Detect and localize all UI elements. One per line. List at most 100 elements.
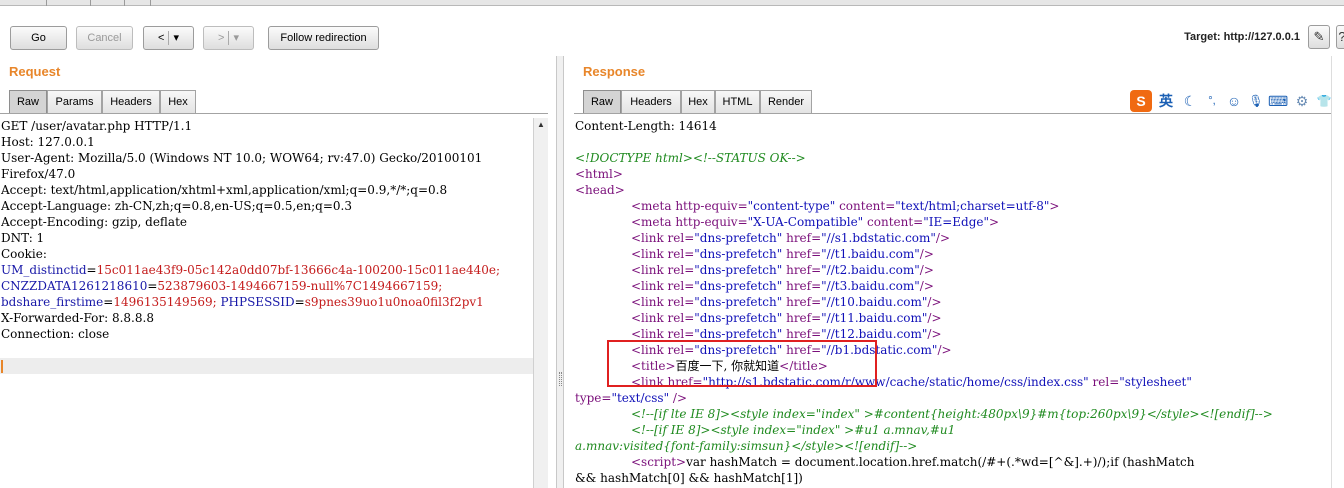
keyboard-icon[interactable]: ⌨ bbox=[1268, 90, 1288, 112]
response-code-line: <link rel="dns-prefetch" href="//s1.bdst… bbox=[631, 230, 950, 246]
code-token: > bbox=[989, 215, 1000, 229]
punctuation-icon[interactable]: °, bbox=[1202, 90, 1222, 112]
response-code-line: <head> bbox=[575, 182, 625, 198]
request-editor[interactable]: GET /user/avatar.php HTTP/1.1 Host: 127.0… bbox=[1, 118, 533, 488]
request-line: User-Agent: Mozilla/5.0 (Windows NT 10.0… bbox=[1, 151, 483, 165]
tab-underline bbox=[0, 113, 548, 114]
split-pane-divider[interactable] bbox=[556, 56, 564, 488]
cookie-value: 1496135149569; bbox=[113, 295, 217, 309]
code-token: <link bbox=[631, 327, 668, 341]
tab-raw[interactable]: Raw bbox=[583, 90, 621, 114]
cookie-name: UM_distinctid bbox=[1, 263, 87, 277]
tab-html[interactable]: HTML bbox=[715, 90, 760, 114]
response-code-line: <link rel="dns-prefetch" href="//t10.bai… bbox=[631, 294, 942, 310]
code-token: /> bbox=[919, 279, 934, 293]
response-code-line: && hashMatch[0] && hashMatch[1]) bbox=[575, 470, 803, 486]
code-token: "//t1.baidu.com" bbox=[821, 247, 920, 261]
chevron-down-icon: ▾ bbox=[233, 32, 239, 44]
back-button[interactable]: < ▾ bbox=[143, 26, 194, 50]
follow-redirection-button[interactable]: Follow redirection bbox=[268, 26, 379, 50]
response-code-line: <link rel="dns-prefetch" href="//t11.bai… bbox=[631, 310, 942, 326]
scroll-up-icon: ▲ bbox=[537, 120, 545, 129]
code-token: "//t11.baidu.com" bbox=[821, 311, 928, 325]
go-button[interactable]: Go bbox=[10, 26, 67, 50]
code-token: http-equiv= bbox=[675, 215, 748, 229]
code-token: <meta bbox=[631, 199, 676, 213]
cookie-value: 523879603-1494667159-null%7C1494667159; bbox=[157, 279, 443, 293]
response-code-line: <link rel="dns-prefetch" href="//t2.baid… bbox=[631, 262, 934, 278]
response-code-line: type="text/css" /> bbox=[575, 390, 687, 406]
response-code-line: <!--[if lte IE 8]><style index="index" >… bbox=[631, 406, 1273, 422]
code-token: "//t12.baidu.com" bbox=[821, 327, 928, 341]
code-token: "//t10.baidu.com" bbox=[821, 295, 928, 309]
code-token: <html> bbox=[575, 167, 623, 181]
response-title: Response bbox=[583, 64, 646, 79]
code-token: && hashMatch[0] && hashMatch[1]) bbox=[575, 471, 803, 485]
help-button[interactable]: ? bbox=[1336, 25, 1344, 49]
back-arrow-icon: < bbox=[158, 32, 165, 44]
code-token: <meta bbox=[631, 215, 676, 229]
tab-hex[interactable]: Hex bbox=[681, 90, 715, 114]
english-mode-icon[interactable]: 英 bbox=[1156, 90, 1176, 112]
user-settings-icon[interactable]: ⚙ bbox=[1292, 90, 1312, 112]
code-token: rel= bbox=[667, 327, 695, 341]
code-token: <link bbox=[631, 231, 668, 245]
moon-icon[interactable]: ☾ bbox=[1180, 90, 1200, 112]
cookie-name: PHPSESSID bbox=[220, 295, 295, 309]
request-line: Host: 127.0.0.1 bbox=[1, 135, 95, 149]
code-token: /> bbox=[919, 247, 934, 261]
divider-grip-icon bbox=[559, 372, 562, 386]
tab-hex[interactable]: Hex bbox=[160, 90, 196, 114]
response-code-line: a.mnav:visited{font-family:simsun}</styl… bbox=[575, 438, 917, 454]
forward-arrow-icon: > bbox=[218, 32, 225, 44]
code-token: /> bbox=[927, 327, 942, 341]
tab-headers[interactable]: Headers bbox=[102, 90, 160, 114]
code-token: <link bbox=[631, 311, 668, 325]
code-token: /> bbox=[937, 343, 952, 357]
edit-target-button[interactable]: ✎ bbox=[1308, 25, 1330, 49]
code-token: rel= bbox=[667, 247, 695, 261]
response-editor[interactable]: Content-Length: 14614 <!DOCTYPE html><!--… bbox=[575, 118, 1331, 488]
code-token: "text/html;charset=utf-8" bbox=[895, 199, 1050, 213]
tab-render[interactable]: Render bbox=[760, 90, 812, 114]
code-token: "dns-prefetch" bbox=[694, 279, 787, 293]
code-token: "//s1.bdstatic.com" bbox=[821, 231, 936, 245]
code-token: "dns-prefetch" bbox=[694, 231, 787, 245]
request-line: UM_distinctid=15c011ae43f9-05c142a0dd07b… bbox=[1, 263, 501, 277]
tab-raw[interactable]: Raw bbox=[9, 90, 47, 114]
request-line: CNZZDATA1261218610=523879603-1494667159-… bbox=[1, 279, 443, 293]
pencil-icon: ✎ bbox=[1313, 29, 1325, 44]
response-header-line: Content-Length: 14614 bbox=[575, 119, 717, 133]
code-token: "dns-prefetch" bbox=[694, 327, 787, 341]
code-token: href= bbox=[786, 263, 822, 277]
code-token: http-equiv= bbox=[675, 199, 748, 213]
request-line: Firefox/47.0 bbox=[1, 167, 76, 181]
request-scrollbar[interactable]: ▲ bbox=[533, 118, 548, 488]
tab-headers[interactable]: Headers bbox=[621, 90, 681, 114]
forward-button[interactable]: > ▾ bbox=[203, 26, 254, 50]
emoji-icon[interactable]: ☺ bbox=[1224, 90, 1244, 112]
code-token: "//t2.baidu.com" bbox=[821, 263, 920, 277]
microphone-icon[interactable]: 🎙 bbox=[1246, 90, 1266, 112]
code-token: "//t3.baidu.com" bbox=[821, 279, 920, 293]
cookie-name: CNZZDATA1261218610 bbox=[1, 279, 148, 293]
chevron-down-icon: ▾ bbox=[173, 32, 179, 44]
response-code-line: <meta http-equiv="X-UA-Compatible" conte… bbox=[631, 214, 999, 230]
response-scrollbar[interactable] bbox=[1331, 56, 1344, 488]
target-label: Target: http://127.0.0.1 bbox=[1184, 31, 1300, 43]
code-token: /> bbox=[927, 311, 942, 325]
request-line: X-Forwarded-For: 8.8.8.8 bbox=[1, 311, 154, 325]
tab-params[interactable]: Params bbox=[47, 90, 102, 114]
help-icon: ? bbox=[1338, 29, 1344, 44]
code-token: content= bbox=[867, 215, 924, 229]
code-token: <link bbox=[631, 295, 668, 309]
code-token: <link bbox=[631, 247, 668, 261]
code-token: "X-UA-Compatible" bbox=[747, 215, 868, 229]
code-token: href= bbox=[786, 327, 822, 341]
code-token: /> bbox=[927, 295, 942, 309]
sogou-s-icon[interactable]: S bbox=[1130, 90, 1152, 112]
request-line: Accept-Language: zh-CN,zh;q=0.8,en-US;q=… bbox=[1, 199, 352, 213]
code-token: "stylesheet" bbox=[1119, 375, 1192, 389]
cancel-button[interactable]: Cancel bbox=[76, 26, 133, 50]
cookie-name: bdshare_firstime bbox=[1, 295, 104, 309]
